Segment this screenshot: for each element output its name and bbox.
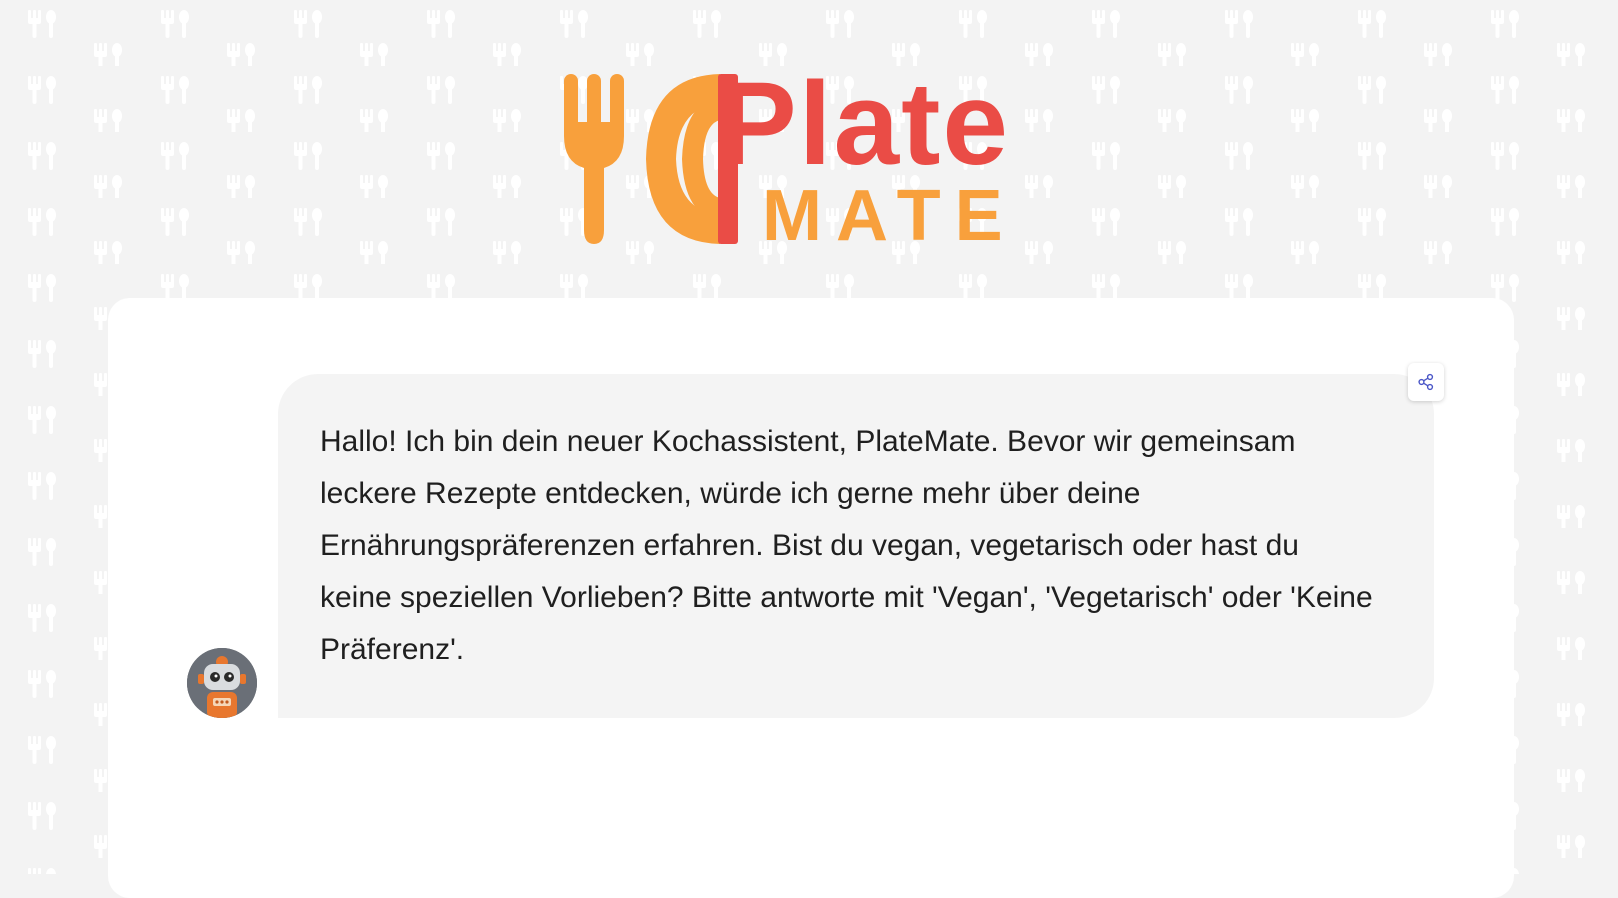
logo-text-mate: MATE (762, 176, 1017, 252)
share-button[interactable] (1408, 363, 1444, 401)
robot-avatar (187, 648, 257, 718)
platemate-logo: Plate MATE (540, 58, 1060, 256)
assistant-message-bubble: Hallo! Ich bin dein neuer Kochassistent,… (278, 374, 1434, 718)
fork-icon (564, 74, 624, 244)
plate-icon (646, 74, 720, 244)
share-icon (1418, 373, 1434, 391)
assistant-message-text: Hallo! Ich bin dein neuer Kochassistent,… (320, 425, 1373, 666)
logo-text-plate: Plate (718, 62, 1010, 190)
logo-p-stem (718, 74, 738, 244)
